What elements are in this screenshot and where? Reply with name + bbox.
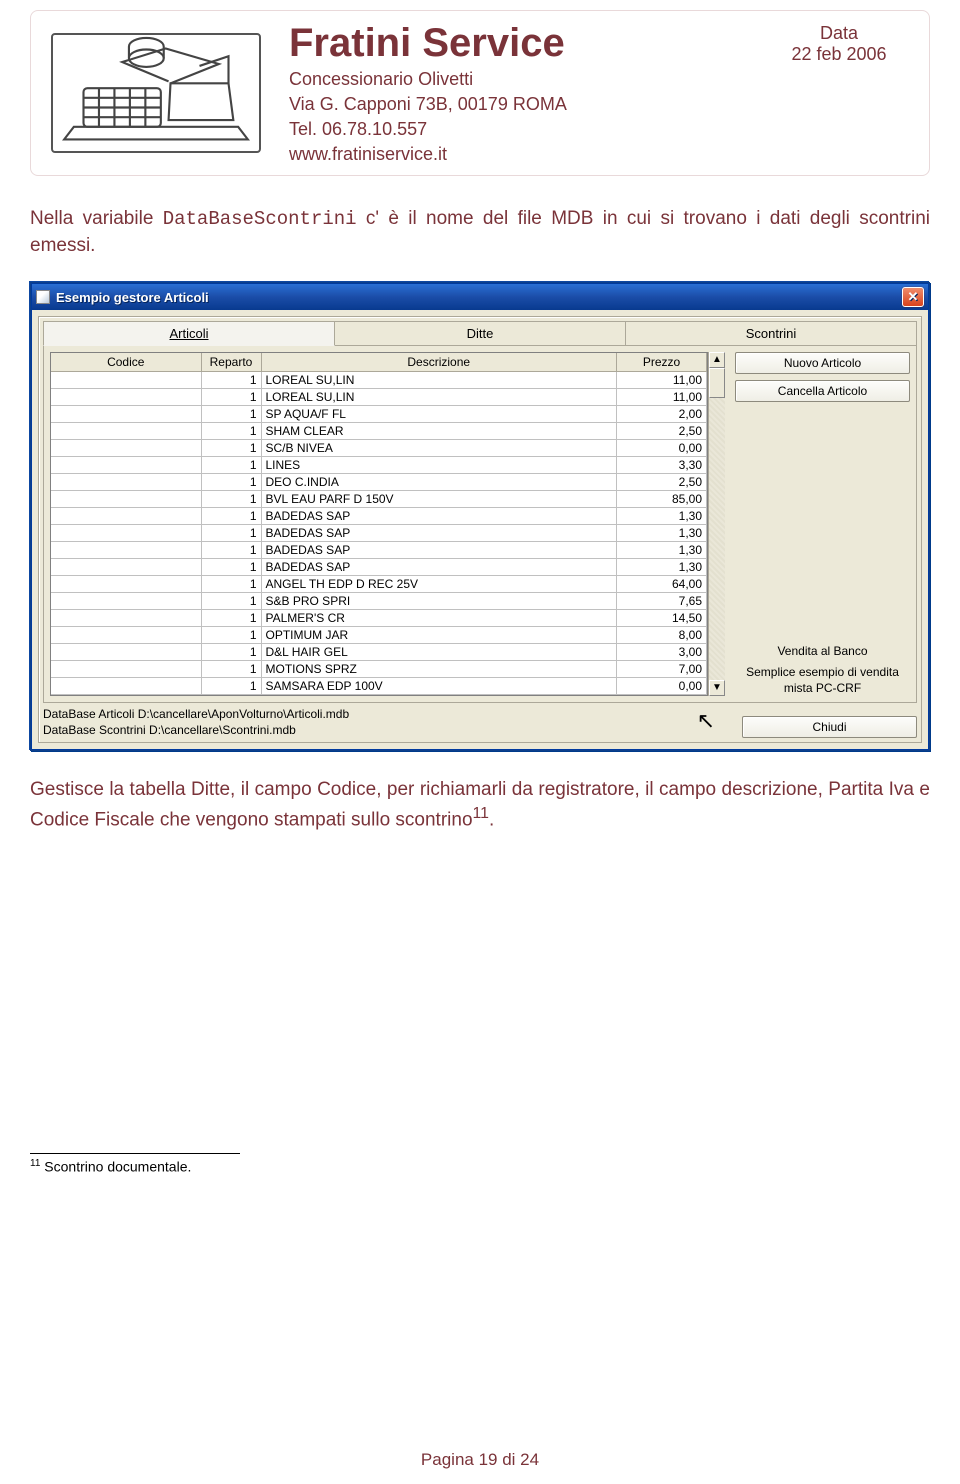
table-row[interactable]: 1MOTIONS SPRZ7,00 — [51, 661, 707, 678]
table-row[interactable]: 1SP AQUA/F FL2,00 — [51, 406, 707, 423]
app-window: Esempio gestore Articoli ✕ Articoli Ditt… — [31, 283, 929, 750]
company-name: Fratini Service — [289, 21, 741, 65]
col-descrizione[interactable]: Descrizione — [261, 353, 617, 372]
articles-grid[interactable]: Codice Reparto Descrizione Prezzo 1LOREA… — [50, 352, 708, 696]
table-row[interactable]: 1BADEDAS SAP1,30 — [51, 508, 707, 525]
close-button[interactable]: Chiudi — [742, 716, 917, 738]
table-row[interactable]: 1SAMSARA EDP 100V0,00 — [51, 678, 707, 695]
app-icon — [36, 290, 50, 304]
table-row[interactable]: 1BVL EAU PARF D 150V85,00 — [51, 491, 707, 508]
date-label: Data — [759, 23, 919, 44]
table-row[interactable]: 1BADEDAS SAP1,30 — [51, 559, 707, 576]
screenshot-window-border: Esempio gestore Articoli ✕ Articoli Ditt… — [30, 282, 930, 751]
scroll-track[interactable] — [709, 398, 725, 680]
window-title: Esempio gestore Articoli — [56, 290, 209, 305]
date-block: Data 22 feb 2006 — [759, 17, 919, 169]
date-value: 22 feb 2006 — [759, 44, 919, 65]
tab-scontrini[interactable]: Scontrini — [625, 321, 917, 346]
new-article-button[interactable]: Nuovo Articolo — [735, 352, 910, 374]
scroll-down-icon[interactable]: ▼ — [709, 680, 725, 696]
table-row[interactable]: 1DEO C.INDIA2,50 — [51, 474, 707, 491]
code-span: DataBaseScontrini — [163, 208, 357, 230]
footnote-rule — [30, 1153, 240, 1154]
cursor-icon: ↖ — [697, 708, 715, 734]
status-text: DataBase Articoli D:\cancellare\AponVolt… — [43, 707, 732, 738]
table-row[interactable]: 1LOREAL SU,LIN11,00 — [51, 389, 707, 406]
titlebar[interactable]: Esempio gestore Articoli ✕ — [32, 284, 928, 310]
side-label-1: Vendita al Banco — [735, 644, 910, 660]
side-label-2: Semplice esempio di vendita mista PC-CRF — [735, 665, 910, 696]
table-row[interactable]: 1BADEDAS SAP1,30 — [51, 525, 707, 542]
logo-cell — [41, 17, 271, 169]
footnote: 11 Scontrino documentale. — [30, 1158, 930, 1175]
table-row[interactable]: 1SC/B NIVEA0,00 — [51, 440, 707, 457]
tab-articoli[interactable]: Articoli — [43, 321, 335, 346]
vertical-scrollbar[interactable]: ▲ ▼ — [708, 352, 725, 696]
scroll-thumb[interactable] — [709, 368, 725, 398]
table-row[interactable]: 1SHAM CLEAR2,50 — [51, 423, 707, 440]
cash-register-icon — [51, 33, 261, 153]
col-reparto[interactable]: Reparto — [201, 353, 261, 372]
table-row[interactable]: 1ANGEL TH EDP D REC 25V64,00 — [51, 576, 707, 593]
scroll-up-icon[interactable]: ▲ — [709, 352, 725, 368]
page-footer: Pagina 19 di 24 — [0, 1450, 960, 1470]
close-icon[interactable]: ✕ — [902, 287, 924, 307]
delete-article-button[interactable]: Cancella Articolo — [735, 380, 910, 402]
company-phone: Tel. 06.78.10.557 — [289, 119, 741, 140]
table-row[interactable]: 1LINES3,30 — [51, 457, 707, 474]
table-row[interactable]: 1S&B PRO SPRI7,65 — [51, 593, 707, 610]
tab-ditte[interactable]: Ditte — [334, 321, 626, 346]
company-block: Fratini Service Concessionario Olivetti … — [283, 17, 747, 169]
table-row[interactable]: 1D&L HAIR GEL3,00 — [51, 644, 707, 661]
table-row[interactable]: 1PALMER'S CR14,50 — [51, 610, 707, 627]
grid-header-row: Codice Reparto Descrizione Prezzo — [51, 353, 707, 372]
company-url: www.fratiniservice.it — [289, 144, 741, 165]
table-row[interactable]: 1LOREAL SU,LIN11,00 — [51, 372, 707, 389]
tab-strip: Articoli Ditte Scontrini — [43, 321, 917, 346]
paragraph-1: Nella variabile DataBaseScontrini c' è i… — [30, 206, 930, 258]
company-address: Via G. Capponi 73B, 00179 ROMA — [289, 94, 741, 115]
company-subtitle: Concessionario Olivetti — [289, 69, 741, 90]
letterhead: Fratini Service Concessionario Olivetti … — [30, 10, 930, 176]
col-prezzo[interactable]: Prezzo — [617, 353, 707, 372]
table-row[interactable]: 1BADEDAS SAP1,30 — [51, 542, 707, 559]
paragraph-2: Gestisce la tabella Ditte, il campo Codi… — [30, 777, 930, 833]
table-row[interactable]: 1OPTIMUM JAR8,00 — [51, 627, 707, 644]
col-codice[interactable]: Codice — [51, 353, 201, 372]
